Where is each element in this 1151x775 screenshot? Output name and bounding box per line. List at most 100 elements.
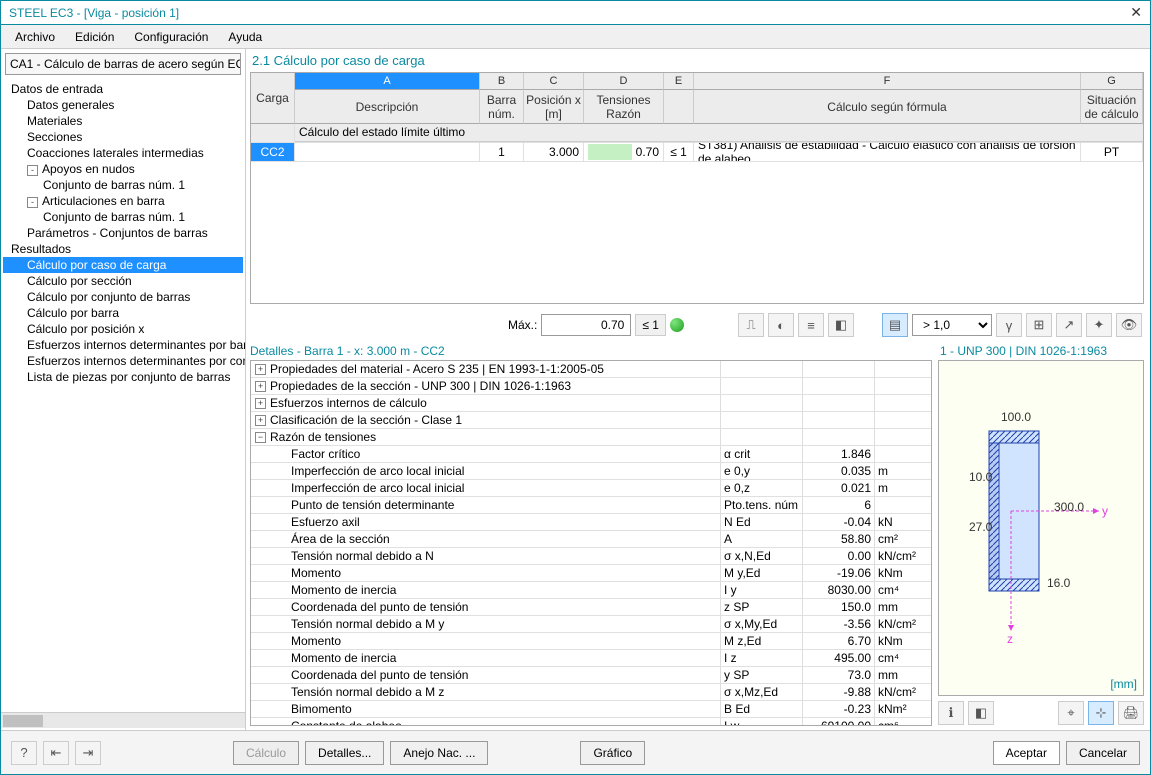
- detail-row[interactable]: Coordenada del punto de tensióny SP73.0m…: [251, 667, 931, 684]
- toolbar-row: Máx.: ≤ 1 ⎍ ◐ ≡ ◧ ▤ > 1,0 γ ⊞ ↗ ✦ 👁: [246, 308, 1150, 342]
- col-letter-b[interactable]: B: [480, 73, 524, 90]
- tool-btn-7[interactable]: ↗: [1056, 313, 1082, 337]
- case-combo[interactable]: CA1 - Cálculo de barras de acero según E…: [5, 53, 241, 75]
- tree-node[interactable]: Lista de piezas por conjunto de barras: [3, 369, 243, 385]
- tree-node[interactable]: Datos de entrada: [3, 81, 243, 97]
- tree-node[interactable]: Datos generales: [3, 97, 243, 113]
- detail-row[interactable]: Tensión normal debido a Nσ x,N,Ed0.00kN/…: [251, 548, 931, 565]
- tool-btn-8[interactable]: ✦: [1086, 313, 1112, 337]
- tool-btn-3[interactable]: ≡: [798, 313, 824, 337]
- detail-row[interactable]: Tensión normal debido a M zσ x,Mz,Ed-9.8…: [251, 684, 931, 701]
- tool-btn-6[interactable]: ⊞: [1026, 313, 1052, 337]
- tree-node[interactable]: Conjunto de barras núm. 1: [3, 209, 243, 225]
- detail-row[interactable]: Constante de alabeoI w69100.00cm⁶: [251, 718, 931, 726]
- help-icon[interactable]: ?: [11, 741, 37, 765]
- detail-row[interactable]: Momento de inerciaI z495.00cm⁴: [251, 650, 931, 667]
- detail-row[interactable]: Imperfección de arco local iniciale 0,y0…: [251, 463, 931, 480]
- tool-btn-2[interactable]: ◐: [768, 313, 794, 337]
- footer-btn-2[interactable]: ⇥: [75, 741, 101, 765]
- menu-archivo[interactable]: Archivo: [7, 28, 63, 46]
- col-razon: Tensiones Razón: [584, 90, 664, 124]
- tree-node[interactable]: Resultados: [3, 241, 243, 257]
- col-letter-e[interactable]: E: [664, 73, 694, 90]
- detail-group[interactable]: +Esfuerzos internos de cálculo: [251, 395, 931, 412]
- group-row: Cálculo del estado límite último: [295, 124, 1143, 142]
- col-letter-a[interactable]: A: [295, 73, 480, 90]
- tree-node[interactable]: Esfuerzos internos determinantes por bar…: [3, 337, 243, 353]
- tree-node[interactable]: Esfuerzos internos determinantes por con…: [3, 353, 243, 369]
- detail-row[interactable]: Esfuerzo axilN Ed-0.04kN: [251, 514, 931, 531]
- tree-node[interactable]: Cálculo por sección: [3, 273, 243, 289]
- tree-node[interactable]: Materiales: [3, 113, 243, 129]
- menu-ayuda[interactable]: Ayuda: [220, 28, 270, 46]
- tree-node[interactable]: Cálculo por posición x: [3, 321, 243, 337]
- detail-group[interactable]: −Razón de tensiones: [251, 429, 931, 446]
- detail-row[interactable]: Factor críticoα crit1.846: [251, 446, 931, 463]
- eye-icon[interactable]: 👁: [1116, 313, 1142, 337]
- detail-row[interactable]: BimomentoB Ed-0.23kNm²: [251, 701, 931, 718]
- col-letter-d[interactable]: D: [584, 73, 664, 90]
- print-btn[interactable]: 🖨: [1118, 701, 1144, 725]
- col-letter-c[interactable]: C: [524, 73, 584, 90]
- max-input[interactable]: [541, 314, 631, 336]
- section-btn[interactable]: ◧: [968, 701, 994, 725]
- ratio-combo[interactable]: > 1,0: [912, 314, 992, 336]
- cell-rel: ≤ 1: [664, 143, 694, 161]
- result-row[interactable]: CC2 1 3.000 0.70 ≤ 1 ST381) Análisis de …: [251, 143, 1143, 162]
- detail-row[interactable]: Tensión normal debido a M yσ x,My,Ed-3.5…: [251, 616, 931, 633]
- detail-row[interactable]: MomentoM z,Ed6.70kNm: [251, 633, 931, 650]
- tool-btn-1[interactable]: ⎍: [738, 313, 764, 337]
- nav-tree[interactable]: Datos de entradaDatos generalesMateriale…: [1, 79, 245, 712]
- tree-node[interactable]: Conjunto de barras núm. 1: [3, 177, 243, 193]
- detail-row[interactable]: Coordenada del punto de tensiónz SP150.0…: [251, 599, 931, 616]
- tool-btn-4[interactable]: ◧: [828, 313, 854, 337]
- tree-scrollbar[interactable]: [1, 712, 245, 728]
- cell-desc: [295, 143, 480, 161]
- menu-edicion[interactable]: Edición: [67, 28, 122, 46]
- tree-node[interactable]: -Apoyos en nudos: [3, 161, 243, 177]
- footer-btn-1[interactable]: ⇤: [43, 741, 69, 765]
- menu-config[interactable]: Configuración: [126, 28, 216, 46]
- detail-group[interactable]: +Clasificación de la sección - Clase 1: [251, 412, 931, 429]
- detail-row[interactable]: Imperfección de arco local iniciale 0,z0…: [251, 480, 931, 497]
- axes-btn-2[interactable]: ⊹: [1088, 701, 1114, 725]
- ok-button[interactable]: Aceptar: [993, 741, 1060, 765]
- title-bar: STEEL EC3 - [Viga - posición 1] ✕: [1, 1, 1150, 25]
- col-barra: Barra núm.: [480, 90, 524, 124]
- col-letter-f[interactable]: F: [694, 73, 1081, 90]
- detail-row[interactable]: Momento de inerciaI y8030.00cm⁴: [251, 582, 931, 599]
- detail-group[interactable]: +Propiedades de la sección - UNP 300 | D…: [251, 378, 931, 395]
- svg-text:300.0: 300.0: [1054, 500, 1084, 514]
- tree-node[interactable]: Coacciones laterales intermedias: [3, 145, 243, 161]
- svg-text:16.0: 16.0: [1047, 576, 1071, 590]
- max-label: Máx.:: [508, 318, 537, 332]
- detail-row[interactable]: MomentoM y,Ed-19.06kNm: [251, 565, 931, 582]
- footer: ? ⇤ ⇥ Cálculo Detalles... Anejo Nac. ...…: [1, 730, 1150, 774]
- detail-group[interactable]: +Propiedades del material - Acero S 235 …: [251, 361, 931, 378]
- annex-button[interactable]: Anejo Nac. ...: [390, 741, 488, 765]
- graphic-button[interactable]: Gráfico: [580, 741, 645, 765]
- tree-node[interactable]: Secciones: [3, 129, 243, 145]
- profile-panel: 1 - UNP 300 | DIN 1026-1:1963: [938, 342, 1144, 726]
- results-grid: Carga A B C D E F G Descripción Barra nú…: [250, 72, 1144, 304]
- cancel-button[interactable]: Cancelar: [1066, 741, 1140, 765]
- details-button[interactable]: Detalles...: [305, 741, 384, 765]
- cell-carga: CC2: [251, 143, 295, 161]
- tree-node[interactable]: Cálculo por barra: [3, 305, 243, 321]
- tool-btn-5[interactable]: γ: [996, 313, 1022, 337]
- filter-btn[interactable]: ▤: [882, 313, 908, 337]
- detail-row[interactable]: Área de la secciónA58.80cm²: [251, 531, 931, 548]
- tree-node[interactable]: -Articulaciones en barra: [3, 193, 243, 209]
- tree-node[interactable]: Parámetros - Conjuntos de barras: [3, 225, 243, 241]
- col-letter-g[interactable]: G: [1081, 73, 1143, 90]
- axes-btn-1[interactable]: ⌖: [1058, 701, 1084, 725]
- close-icon[interactable]: ✕: [1130, 4, 1142, 21]
- details-grid[interactable]: +Propiedades del material - Acero S 235 …: [250, 360, 932, 726]
- calc-button[interactable]: Cálculo: [233, 741, 299, 765]
- col-formula: Cálculo según fórmula: [694, 90, 1081, 124]
- tree-node[interactable]: Cálculo por caso de carga: [3, 257, 243, 273]
- info-icon[interactable]: ℹ: [938, 701, 964, 725]
- tree-node[interactable]: Cálculo por conjunto de barras: [3, 289, 243, 305]
- detail-row[interactable]: Punto de tensión determinantePto.tens. n…: [251, 497, 931, 514]
- svg-text:27.0: 27.0: [969, 520, 993, 534]
